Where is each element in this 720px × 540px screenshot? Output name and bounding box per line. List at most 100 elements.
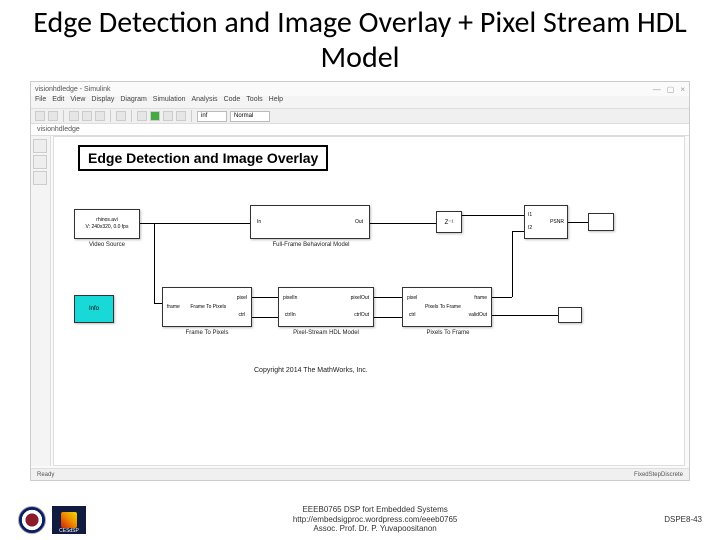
cesdsp-logo-icon: CESdSP: [52, 506, 86, 534]
block-psnr[interactable]: I1 I2 PSNR: [524, 205, 568, 239]
menu-code[interactable]: Code: [224, 96, 241, 108]
block-video-source[interactable]: rhinos.avi V: 240x320, 0.0 fps: [74, 209, 140, 239]
palette: [31, 136, 51, 466]
tb-step-fwd-icon[interactable]: [163, 111, 173, 121]
f2p-ctrl: ctrl: [237, 312, 247, 319]
ffb-out: Out: [355, 219, 363, 226]
window-titlebar: visionhdledge - Simulink — ▢ ×: [31, 82, 689, 96]
tb-sep: [63, 110, 64, 122]
pal-explorer-icon[interactable]: [33, 139, 47, 153]
signal-line: [462, 215, 524, 216]
tb-fwd-icon[interactable]: [82, 111, 92, 121]
model-canvas[interactable]: Edge Detection and Image Overlay rhinos.…: [53, 136, 685, 466]
menu-bar: File Edit View Display Diagram Simulatio…: [31, 96, 689, 108]
status-bar: Ready FixedStepDiscrete: [31, 468, 689, 480]
block-delay[interactable]: Z⁻¹: [436, 211, 462, 233]
breadcrumb: visionhdledge: [31, 124, 689, 136]
minimize-icon[interactable]: —: [653, 85, 661, 94]
menu-simulation[interactable]: Simulation: [153, 96, 186, 108]
signal-line: [568, 222, 588, 223]
stop-time-field[interactable]: inf: [197, 111, 227, 122]
tb-step-back-icon[interactable]: [137, 111, 147, 121]
tb-sep: [191, 110, 192, 122]
tb-sep: [131, 110, 132, 122]
tb-stop-icon[interactable]: [176, 111, 186, 121]
f2p-pixel: pixel: [237, 295, 247, 302]
p2f-inner: Pixels To Frame: [425, 304, 461, 311]
psnr-i1: I1: [528, 212, 532, 219]
status-left: Ready: [37, 472, 54, 478]
pal-fit-icon[interactable]: [33, 171, 47, 185]
block-info[interactable]: Info: [74, 295, 114, 323]
university-logo-icon: [18, 506, 46, 534]
p2f-ctrl: ctrl: [407, 312, 417, 319]
src-file: rhinos.avi: [96, 217, 117, 224]
hdl-pin2: ctrlIn: [283, 312, 297, 319]
slide-title: Edge Detection and Image Overlay + Pixel…: [0, 0, 720, 79]
signal-line: [512, 231, 524, 232]
signal-line: [140, 223, 250, 224]
signal-line: [154, 303, 162, 304]
signal-line: [154, 224, 155, 303]
tb-lib-icon[interactable]: [116, 111, 126, 121]
delay-text: Z⁻¹: [445, 219, 454, 226]
hdl-pin1: pixelIn: [283, 295, 297, 302]
sim-mode-dropdown[interactable]: Normal: [230, 111, 270, 122]
signal-line: [374, 317, 402, 318]
block-full-frame[interactable]: In Out: [250, 205, 370, 239]
signal-line: [252, 297, 278, 298]
p2f-valid: validOut: [469, 312, 487, 319]
tb-sep: [110, 110, 111, 122]
tb-up-icon[interactable]: [95, 111, 105, 121]
hdl-pout2: ctrlOut: [351, 312, 369, 319]
maximize-icon[interactable]: ▢: [667, 85, 675, 94]
menu-analysis[interactable]: Analysis: [191, 96, 217, 108]
signal-line: [492, 315, 558, 316]
psnr-text: PSNR: [550, 219, 564, 226]
info-text: Info: [89, 306, 99, 312]
signal-line: [512, 231, 513, 297]
menu-display[interactable]: Display: [91, 96, 114, 108]
signal-line: [492, 297, 512, 298]
menu-tools[interactable]: Tools: [246, 96, 262, 108]
pal-zoom-icon[interactable]: [33, 155, 47, 169]
f2p-in: frame: [167, 304, 180, 311]
toolbar: inf Normal: [31, 108, 689, 124]
copyright: Copyright 2014 The MathWorks, Inc.: [254, 367, 368, 374]
footer-url: http://embedsigproc.wordpress.com/eeeb07…: [86, 515, 664, 525]
label-video-source: Video Source: [80, 242, 134, 248]
menu-diagram[interactable]: Diagram: [120, 96, 146, 108]
footer-author: Assoc. Prof. Dr. P. Yuvapoositanon: [86, 524, 664, 534]
p2f-pixel: pixel: [407, 295, 417, 302]
block-terminator[interactable]: [558, 307, 582, 323]
src-dims: V: 240x320, 0.0 fps: [86, 224, 129, 231]
label-f2p: Frame To Pixels: [174, 330, 240, 336]
menu-file[interactable]: File: [35, 96, 46, 108]
tb-new-icon[interactable]: [35, 111, 45, 121]
ffb-in: In: [257, 219, 261, 226]
simulink-window: visionhdledge - Simulink — ▢ × File Edit…: [30, 81, 690, 481]
cesdsp-logo-text: CESdSP: [59, 528, 79, 534]
footer-course: EEEB0765 DSP fort Embedded Systems: [86, 505, 664, 515]
menu-help[interactable]: Help: [269, 96, 283, 108]
label-full-frame: Full-Frame Behavioral Model: [266, 242, 356, 248]
tb-save-icon[interactable]: [48, 111, 58, 121]
block-display[interactable]: [588, 213, 614, 231]
model-title-box: Edge Detection and Image Overlay: [78, 145, 328, 171]
slide-footer: CESdSP EEEB0765 DSP fort Embedded System…: [0, 505, 720, 534]
menu-view[interactable]: View: [70, 96, 85, 108]
label-p2f: Pixels To Frame: [416, 330, 480, 336]
block-pixels-to-frame[interactable]: pixel ctrl Pixels To Frame frame validOu…: [402, 287, 492, 327]
crumb-root[interactable]: visionhdledge: [37, 126, 80, 133]
signal-line: [370, 223, 436, 224]
tb-run-icon[interactable]: [150, 111, 160, 121]
psnr-i2: I2: [528, 225, 532, 232]
menu-edit[interactable]: Edit: [52, 96, 64, 108]
tb-back-icon[interactable]: [69, 111, 79, 121]
f2p-inner: Frame To Pixels: [190, 304, 226, 311]
window-title: visionhdledge - Simulink: [35, 86, 110, 93]
block-hdl-model[interactable]: pixelIn ctrlIn pixelOut ctrlOut: [278, 287, 374, 327]
p2f-frame: frame: [469, 295, 487, 302]
block-frame-to-pixels[interactable]: frame Frame To Pixels pixel ctrl: [162, 287, 252, 327]
close-icon[interactable]: ×: [680, 85, 685, 94]
